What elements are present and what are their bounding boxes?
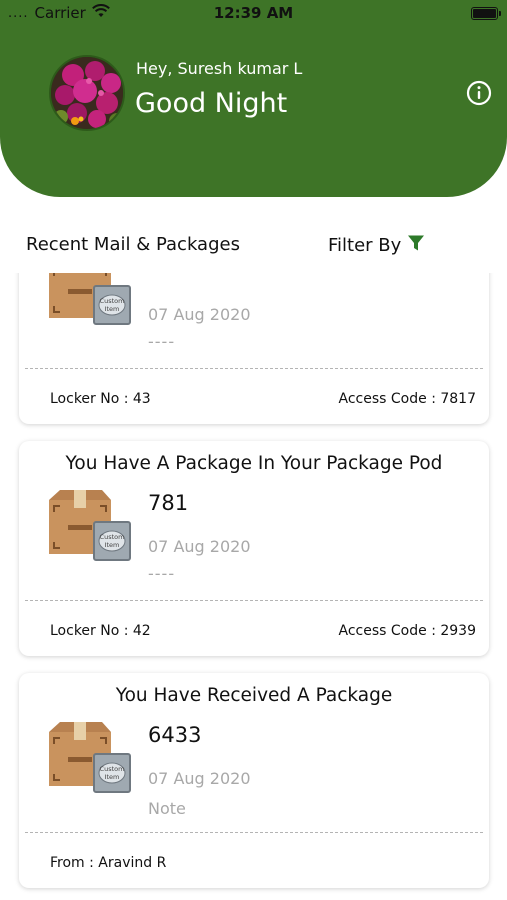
package-box-icon: Custom Item <box>48 490 134 564</box>
custom-badge-line2: Item <box>105 773 120 781</box>
package-date: 07 Aug 2020 <box>148 305 251 324</box>
sender-name: From : Aravind R <box>50 855 167 871</box>
filter-button[interactable]: Filter By <box>328 234 425 257</box>
status-bar: .... Carrier 12:39 AM <box>0 0 507 28</box>
access-code: Access Code : 2939 <box>338 623 476 639</box>
custom-badge-line1: Custom <box>100 533 125 541</box>
package-note: ---- <box>148 564 176 583</box>
package-date: 07 Aug 2020 <box>148 537 251 556</box>
funnel-icon <box>407 234 425 257</box>
card-divider <box>25 600 483 601</box>
card-title: You Have A Package In Your Package Pod <box>65 453 443 474</box>
package-card[interactable]: You Have A Package In Your Package Pod C… <box>19 441 489 656</box>
card-divider <box>25 832 483 833</box>
package-note: ---- <box>148 332 176 351</box>
section-title: Recent Mail & Packages <box>26 234 240 255</box>
custom-badge-line2: Item <box>105 305 120 313</box>
package-card[interactable]: You Have Received A Package Custom Item 6… <box>19 673 489 888</box>
package-box-icon: Custom Item <box>48 273 134 328</box>
package-number: 781 <box>148 491 189 515</box>
screen: .... Carrier 12:39 AM Hey, Suresh kumar … <box>0 0 507 900</box>
custom-badge-line1: Custom <box>100 297 125 305</box>
package-number: 367 <box>148 273 188 277</box>
status-time: 12:39 AM <box>213 4 294 22</box>
custom-badge-line1: Custom <box>100 765 125 773</box>
avatar[interactable] <box>49 55 125 131</box>
greeting-line: Hey, Suresh kumar L <box>136 59 303 78</box>
package-note: Note <box>148 799 186 818</box>
package-card[interactable]: CustomItem 367 07 Aug 2020 ---- Locker N… <box>19 273 489 424</box>
package-list[interactable]: CustomItem 367 07 Aug 2020 ---- Locker N… <box>0 273 507 900</box>
locker-number: Locker No : 42 <box>50 623 151 639</box>
card-title: You Have Received A Package <box>115 685 393 706</box>
info-icon[interactable] <box>466 80 492 106</box>
package-box-icon: Custom Item <box>48 722 134 796</box>
battery-icon <box>471 7 501 20</box>
header-panel: .... Carrier 12:39 AM Hey, Suresh kumar … <box>0 0 507 197</box>
package-number: 6433 <box>148 723 202 747</box>
custom-badge-line2: Item <box>105 541 120 549</box>
card-divider <box>25 368 483 369</box>
locker-number: Locker No : 43 <box>50 391 151 407</box>
greeting-title: Good Night <box>135 88 288 119</box>
access-code: Access Code : 7817 <box>338 391 476 407</box>
package-date: 07 Aug 2020 <box>148 769 251 788</box>
filter-label: Filter By <box>328 235 402 256</box>
